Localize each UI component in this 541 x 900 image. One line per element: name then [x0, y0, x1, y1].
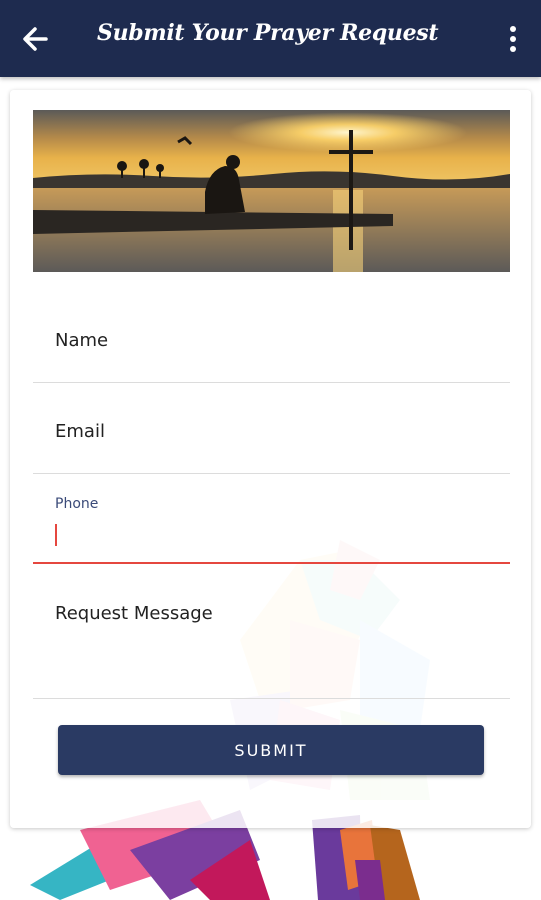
prayer-request-form-card: Name Email Phone Request Message SUBMIT [10, 90, 531, 828]
email-field-label: Email [55, 421, 105, 442]
app-bar: Submit Your Prayer Request [0, 0, 541, 77]
banner-image [33, 110, 510, 272]
overflow-menu-button[interactable] [500, 23, 526, 55]
request-message-label: Request Message [55, 603, 213, 624]
request-message-underline [33, 698, 510, 699]
phone-field-label: Phone [55, 496, 99, 512]
name-field[interactable]: Name [33, 290, 510, 383]
phone-field[interactable]: Phone [33, 474, 510, 564]
text-cursor [55, 524, 57, 546]
arrow-back-icon [23, 27, 48, 51]
name-field-label: Name [55, 330, 109, 351]
request-message-field[interactable]: Request Message [33, 564, 510, 699]
back-button[interactable] [18, 24, 52, 54]
email-field[interactable]: Email [33, 383, 510, 474]
page-title: Submit Your Prayer Request [97, 20, 439, 46]
submit-button[interactable]: SUBMIT [58, 725, 484, 775]
more-vert-icon [510, 26, 516, 32]
